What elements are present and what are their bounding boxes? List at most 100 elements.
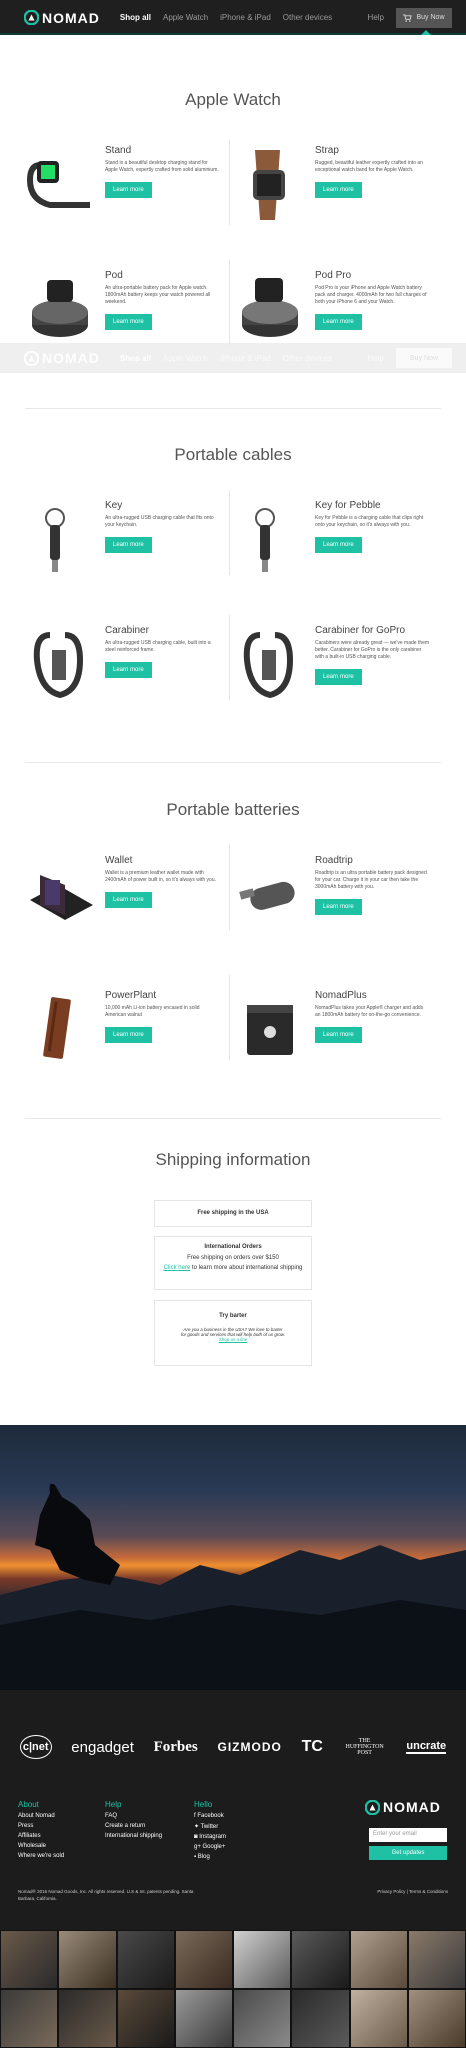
email-input[interactable]: Enter your email [369,1828,447,1842]
buy-now-label: Buy Now [416,14,445,21]
footer-link-press[interactable]: Press [18,1823,64,1829]
section-title-apple-watch: Apple Watch [185,90,281,109]
insta-photo[interactable] [174,1989,233,2048]
shipping-intl-rest: to learn more about international shippi… [190,1265,303,1271]
shipping-intl-title: International Orders [204,1244,262,1250]
barter-link[interactable]: Shop us a line [219,1337,248,1342]
learn-more-button[interactable]: Learn more [105,662,152,678]
sticky-nav-help[interactable]: Help [368,354,384,363]
nomad-logo[interactable]: NOMAD [24,10,100,26]
sticky-buy-now-button[interactable]: Buy Now [396,348,452,368]
sticky-nomad-logo[interactable]: NOMAD [24,350,100,366]
huffington-post-logo[interactable]: THE HUFFINGTON POST [343,1738,387,1756]
nav-apple-watch[interactable]: Apple Watch [163,13,208,22]
product-desc: NomadPlus takes your Apple® charger and … [315,1005,424,1018]
googleplus-icon: g+ [194,1844,203,1850]
insta-photo[interactable] [233,1989,292,2048]
footer-about-column: About About Nomad Press Affiliates Whole… [18,1800,64,1863]
footer-link-blog[interactable]: ▪ Blog [194,1854,226,1860]
click-here-link[interactable]: Click here [164,1265,191,1271]
learn-more-button[interactable]: Learn more [315,1027,362,1043]
sticky-nav-shop-all[interactable]: Shop all [120,354,151,363]
divider [229,615,230,700]
insta-photo[interactable] [349,1989,408,2048]
learn-more-button[interactable]: Learn more [105,1027,152,1043]
footer-link-instagram[interactable]: ◙ Instagram [194,1834,226,1840]
nomad-logo-mark-icon [24,350,39,366]
shipping-international-box: International Orders Free shipping on or… [154,1236,312,1290]
learn-more-button[interactable]: Learn more [315,669,362,685]
key-image [45,508,65,572]
techcrunch-logo[interactable]: TC [302,1738,323,1756]
footer-link-about-nomad[interactable]: About Nomad [18,1813,64,1819]
learn-more-button[interactable]: Learn more [105,314,152,330]
facebook-label: Facebook [197,1813,224,1819]
learn-more-button[interactable]: Learn more [315,314,362,330]
insta-photo[interactable] [174,1930,233,1989]
insta-photo[interactable] [233,1930,292,1989]
footer-link-affiliates[interactable]: Affiliates [18,1833,64,1839]
buy-now-button[interactable]: Buy Now [396,7,452,28]
footer-link-twitter[interactable]: ✦ Twitter [194,1823,226,1830]
footer-link-googleplus[interactable]: g+ Google+ [194,1844,226,1850]
gizmodo-logo[interactable]: GIZMODO [218,1740,282,1754]
insta-photo[interactable] [407,1989,466,2048]
carabiner-for-gopro-image [243,632,294,699]
sticky-nav-apple-watch[interactable]: Apple Watch [163,354,208,363]
sticky-nav-iphone-ipad[interactable]: iPhone & iPad [220,354,271,363]
product-powerplant: PowerPlant 10,000 mAh Li-ion battery enca… [25,990,220,1080]
wallet-image [30,875,93,920]
footer-link-faq[interactable]: FAQ [105,1813,162,1819]
instagram-grid [0,1930,466,2048]
product-name: Carabiner [105,625,149,636]
learn-more-button[interactable]: Learn more [315,537,362,553]
product-name: Roadtrip [315,855,353,866]
product-key-for-pebble: Key for Pebble Key for Pebble is a chargi… [235,500,430,590]
section-divider [25,408,441,409]
product-desc: 10,000 mAh Li-ion battery encased in sol… [105,1005,200,1018]
product-name: PowerPlant [105,990,157,1001]
cnet-logo[interactable]: c|net [19,1735,52,1759]
product-name: Pod [105,270,123,281]
insta-photo[interactable] [0,1930,59,1989]
uncrate-logo[interactable]: uncrate [406,1740,447,1754]
footer-nomad-logo[interactable]: NOMAD [365,1799,441,1815]
insta-photo[interactable] [58,1930,117,1989]
insta-photo[interactable] [291,1989,350,2048]
nav-help[interactable]: Help [368,13,384,22]
insta-photo[interactable] [58,1989,117,2048]
footer-link-where-sold[interactable]: Where we're sold [18,1853,64,1859]
footer-policy-links[interactable]: Privacy Policy | Terms & Conditions [377,1889,448,1894]
get-updates-button[interactable]: Get updates [369,1846,447,1860]
googleplus-label: Google+ [202,1844,226,1850]
product-name: Key [105,500,123,511]
carabiner-image [33,632,84,699]
nav-shop-all[interactable]: Shop all [120,13,151,22]
product-wallet: Wallet Wallet is a premium leather wallet… [25,855,220,945]
engadget-logo[interactable]: engadget [71,1739,134,1756]
sticky-nav-other-devices[interactable]: Other devices [283,354,332,363]
learn-more-button[interactable]: Learn more [105,182,152,198]
product-name: Pod Pro [315,270,352,281]
footer-link-create-return[interactable]: Create a return [105,1823,162,1829]
product-carabiner-for-gopro: Carabiner for GoPro Carabiners were alrea… [235,625,430,715]
brand-name: NOMAD [42,350,100,366]
insta-photo[interactable] [349,1930,408,1989]
learn-more-button[interactable]: Learn more [105,892,152,908]
learn-more-button[interactable]: Learn more [315,182,362,198]
insta-photo[interactable] [116,1989,175,2048]
learn-more-button[interactable]: Learn more [105,537,152,553]
twitter-icon: ✦ [194,1824,201,1830]
insta-photo[interactable] [407,1930,466,1989]
footer-link-facebook[interactable]: f Facebook [194,1813,226,1819]
insta-photo[interactable] [116,1930,175,1989]
insta-photo[interactable] [291,1930,350,1989]
forbes-logo[interactable]: Forbes [154,1739,198,1756]
learn-more-button[interactable]: Learn more [315,899,362,915]
footer-link-intl-shipping[interactable]: International shipping [105,1833,162,1839]
nav-other-devices[interactable]: Other devices [283,13,332,22]
roadtrip-image [239,881,295,910]
nav-iphone-ipad[interactable]: iPhone & iPad [220,13,271,22]
footer-link-wholesale[interactable]: Wholesale [18,1843,64,1849]
insta-photo[interactable] [0,1989,59,2048]
